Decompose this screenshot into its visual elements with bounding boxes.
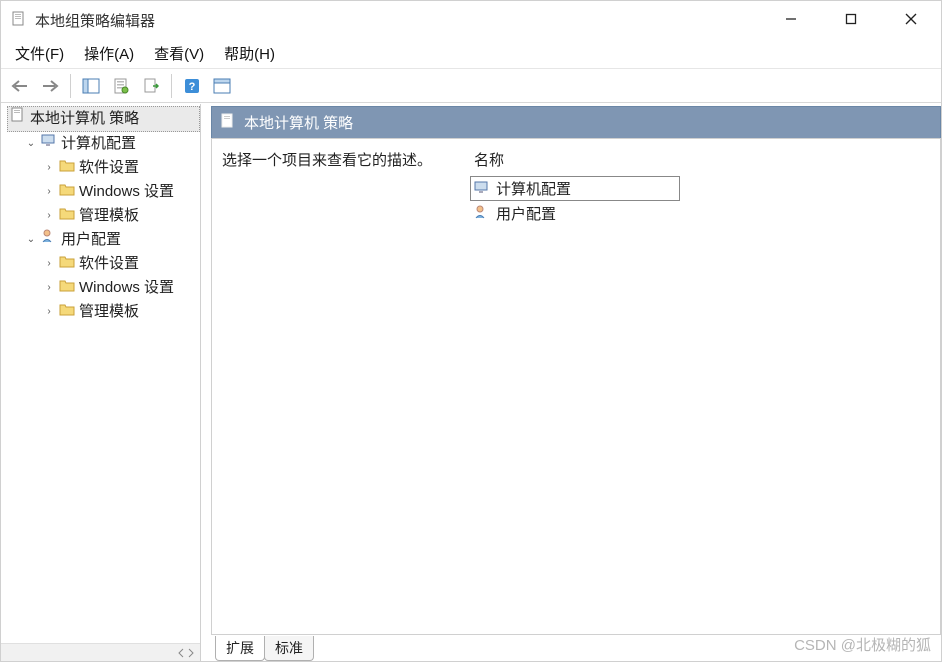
- expand-icon[interactable]: ›: [43, 252, 55, 276]
- maximize-button[interactable]: [821, 1, 881, 37]
- forward-button[interactable]: [37, 73, 63, 99]
- minimize-button[interactable]: [761, 1, 821, 37]
- list-item-label: 用户配置: [496, 203, 556, 224]
- list-item-computer-config[interactable]: 计算机配置: [470, 176, 680, 201]
- show-hide-tree-button[interactable]: [78, 73, 104, 99]
- label: 软件设置: [79, 156, 139, 180]
- label: Windows 设置: [79, 180, 174, 204]
- label: 管理模板: [79, 204, 139, 228]
- horizontal-scrollbar[interactable]: [1, 643, 200, 661]
- tree-computer-software[interactable]: › 软件设置: [43, 156, 200, 180]
- tree-root[interactable]: 本地计算机 策略: [7, 106, 200, 132]
- expand-icon[interactable]: ›: [43, 180, 55, 204]
- properties-button[interactable]: [108, 73, 134, 99]
- tree-user-templates[interactable]: › 管理模板: [43, 300, 200, 324]
- item-list[interactable]: 名称 计算机配置 用户配置: [462, 139, 940, 634]
- folder-icon: [59, 180, 75, 204]
- toolbar: ?: [1, 69, 941, 103]
- back-button[interactable]: [7, 73, 33, 99]
- tree-computer-label: 计算机配置: [61, 132, 136, 156]
- tree-computer-templates[interactable]: › 管理模板: [43, 204, 200, 228]
- tab-extended[interactable]: 扩展: [215, 636, 265, 661]
- window-title: 本地组策略编辑器: [35, 10, 761, 31]
- description-panel: 选择一个项目来查看它的描述。: [212, 139, 462, 634]
- details-header: 本地计算机 策略: [211, 106, 941, 138]
- separator: [70, 74, 71, 98]
- user-icon: [41, 228, 57, 252]
- expand-icon[interactable]: ›: [43, 156, 55, 180]
- document-icon: [11, 11, 27, 30]
- tree-user-windows[interactable]: › Windows 设置: [43, 276, 200, 300]
- list-item-user-config[interactable]: 用户配置: [470, 201, 932, 226]
- expand-icon[interactable]: ›: [43, 204, 55, 228]
- user-icon: [474, 204, 490, 224]
- close-button[interactable]: [881, 1, 941, 37]
- tree-user-software[interactable]: › 软件设置: [43, 252, 200, 276]
- menu-action[interactable]: 操作(A): [74, 39, 144, 68]
- collapse-icon[interactable]: ⌄: [25, 132, 37, 156]
- collapse-icon[interactable]: ⌄: [25, 228, 37, 252]
- workspace: 本地计算机 策略 ⌄ 计算机配置 ›: [1, 103, 941, 661]
- label: Windows 设置: [79, 276, 174, 300]
- details-body: 选择一个项目来查看它的描述。 名称 计算机配置 用户配置: [211, 138, 941, 635]
- tree-pane: 本地计算机 策略 ⌄ 计算机配置 ›: [1, 104, 201, 661]
- expand-icon[interactable]: ›: [43, 300, 55, 324]
- label: 软件设置: [79, 252, 139, 276]
- tree-user-label: 用户配置: [61, 228, 121, 252]
- column-name[interactable]: 名称: [470, 147, 932, 176]
- menu-help[interactable]: 帮助(H): [214, 39, 285, 68]
- details-header-title: 本地计算机 策略: [244, 112, 353, 133]
- document-icon: [220, 113, 236, 133]
- help-button[interactable]: ?: [179, 73, 205, 99]
- menu-file[interactable]: 文件(F): [5, 39, 74, 68]
- expand-icon[interactable]: ›: [43, 276, 55, 300]
- computer-icon: [41, 132, 57, 156]
- menubar: 文件(F) 操作(A) 查看(V) 帮助(H): [1, 39, 941, 69]
- folder-icon: [59, 276, 75, 300]
- tree-computer-windows[interactable]: › Windows 设置: [43, 180, 200, 204]
- folder-icon: [59, 204, 75, 228]
- description-prompt: 选择一个项目来查看它的描述。: [222, 152, 432, 169]
- window-controls: [761, 1, 941, 39]
- scroll-right-icon: [186, 648, 196, 658]
- svg-text:?: ?: [189, 81, 196, 93]
- scroll-left-icon: [176, 648, 186, 658]
- document-icon: [10, 107, 26, 131]
- list-item-label: 计算机配置: [496, 178, 571, 199]
- export-button[interactable]: [138, 73, 164, 99]
- computer-icon: [474, 179, 490, 199]
- filter-button[interactable]: [209, 73, 235, 99]
- tree-computer-config[interactable]: ⌄ 计算机配置: [25, 132, 200, 156]
- folder-icon: [59, 252, 75, 276]
- details-pane: 本地计算机 策略 选择一个项目来查看它的描述。 名称 计算机配置 用户配置 扩展…: [201, 104, 941, 661]
- tree-user-config[interactable]: ⌄ 用户配置: [25, 228, 200, 252]
- label: 管理模板: [79, 300, 139, 324]
- folder-icon: [59, 300, 75, 324]
- tree-root-label: 本地计算机 策略: [30, 107, 139, 131]
- folder-icon: [59, 156, 75, 180]
- separator: [171, 74, 172, 98]
- menu-view[interactable]: 查看(V): [144, 39, 214, 68]
- titlebar: 本地组策略编辑器: [1, 1, 941, 39]
- tab-standard[interactable]: 标准: [264, 636, 314, 661]
- details-tabs: 扩展 标准: [211, 635, 941, 661]
- tree[interactable]: 本地计算机 策略 ⌄ 计算机配置 ›: [1, 104, 200, 643]
